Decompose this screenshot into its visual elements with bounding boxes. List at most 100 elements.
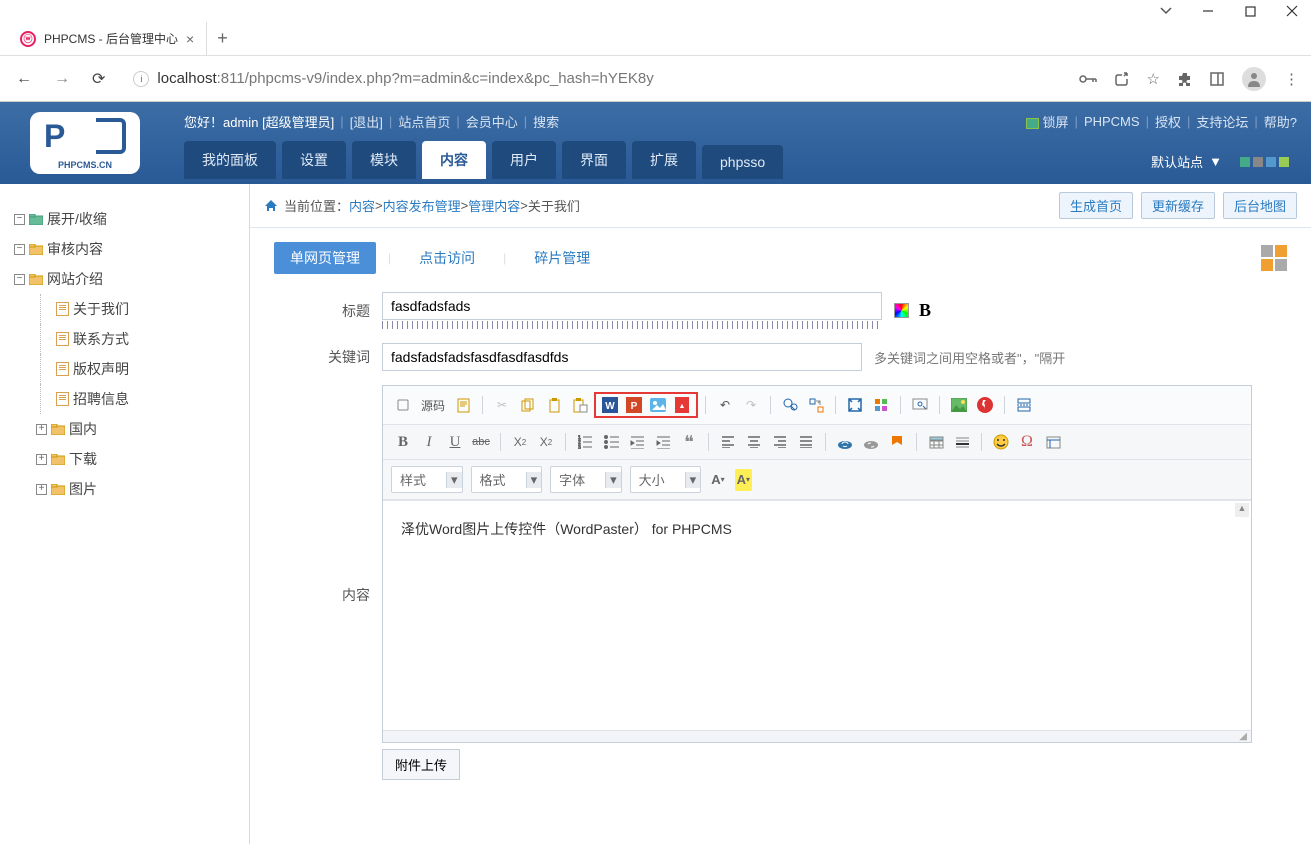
sitemap-button[interactable]: 后台地图 [1223, 192, 1297, 219]
nav-users[interactable]: 用户 [492, 141, 556, 179]
extensions-icon[interactable] [1178, 72, 1192, 86]
nav-settings[interactable]: 设置 [282, 141, 346, 179]
smiley-icon[interactable] [989, 431, 1013, 453]
paste-text-icon[interactable] [568, 394, 592, 416]
pagebreak-icon[interactable] [1012, 394, 1036, 416]
update-cache-button[interactable]: 更新缓存 [1141, 192, 1215, 219]
nav-content[interactable]: 内容 [422, 141, 486, 179]
new-tab-button[interactable]: + [207, 24, 238, 53]
help-link[interactable]: 帮助? [1264, 112, 1297, 131]
site-home-link[interactable]: 站点首页 [398, 112, 450, 131]
attach-button[interactable]: 附件上传 [382, 749, 460, 780]
newpage-icon[interactable] [451, 394, 475, 416]
license-link[interactable]: 授权 [1155, 112, 1181, 131]
logo[interactable]: PPHPCMS.CN [0, 102, 170, 184]
title-input[interactable] [382, 292, 882, 320]
copy-icon[interactable] [516, 394, 540, 416]
fullscreen-icon[interactable] [843, 394, 867, 416]
forward-button[interactable]: → [50, 68, 74, 90]
share-icon[interactable] [1115, 72, 1129, 86]
anchor-icon[interactable] [885, 431, 909, 453]
tree-audit[interactable]: −审核内容 [12, 234, 237, 264]
search-link[interactable]: 搜索 [533, 112, 559, 131]
blocks-icon[interactable] [869, 394, 893, 416]
outdent-icon[interactable] [625, 431, 649, 453]
tab-close-icon[interactable]: × [186, 31, 194, 47]
powerpoint-icon[interactable]: P [622, 394, 646, 416]
member-center-link[interactable]: 会员中心 [466, 112, 518, 131]
table-icon[interactable] [924, 431, 948, 453]
size-select[interactable]: 大小▾ [630, 466, 702, 493]
tree-site-intro[interactable]: −网站介绍 [12, 264, 237, 294]
resize-handle[interactable]: ◢ [383, 730, 1251, 742]
bold-icon[interactable]: B [919, 300, 931, 321]
italic-icon[interactable]: I [417, 431, 441, 453]
hr-icon[interactable] [950, 431, 974, 453]
gen-home-button[interactable]: 生成首页 [1059, 192, 1133, 219]
source-label[interactable]: 源码 [417, 397, 449, 414]
forum-link[interactable]: 支持论坛 [1196, 112, 1248, 131]
chevron-down-icon[interactable] [1159, 4, 1173, 18]
nav-mypanel[interactable]: 我的面板 [184, 141, 276, 179]
maximize-icon[interactable] [1243, 4, 1257, 18]
undo-icon[interactable]: ↶ [713, 394, 737, 416]
underline-icon[interactable]: U [443, 431, 467, 453]
nav-modules[interactable]: 模块 [352, 141, 416, 179]
nav-phpsso[interactable]: phpsso [702, 145, 783, 179]
nav-extend[interactable]: 扩展 [632, 141, 696, 179]
superscript-icon[interactable]: X2 [534, 431, 558, 453]
tree-hiring[interactable]: 招聘信息 [12, 384, 237, 414]
key-icon[interactable] [1079, 73, 1097, 85]
theme-box[interactable] [1253, 157, 1263, 167]
preview-icon[interactable] [908, 394, 932, 416]
back-button[interactable]: ← [12, 68, 36, 90]
menu-icon[interactable]: ⋮ [1284, 70, 1299, 88]
flash-icon[interactable] [973, 394, 997, 416]
color-palette-icon[interactable] [894, 303, 909, 318]
link-icon[interactable] [833, 431, 857, 453]
theme-box[interactable] [1279, 157, 1289, 167]
tree-copyright[interactable]: 版权声明 [12, 354, 237, 384]
close-icon[interactable] [1285, 4, 1299, 18]
browser-tab[interactable]: ⓦ PHPCMS - 后台管理中心 × [8, 22, 207, 55]
theme-box[interactable] [1240, 157, 1250, 167]
nav-ui[interactable]: 界面 [562, 141, 626, 179]
minimize-icon[interactable] [1201, 4, 1215, 18]
replace-icon[interactable] [804, 394, 828, 416]
url-input[interactable]: i localhost:811/phpcms-v9/index.php?m=ad… [123, 66, 1064, 91]
logout-link[interactable]: [退出] [350, 112, 383, 131]
bc-manage[interactable]: 管理内容 [468, 196, 520, 215]
source-icon[interactable] [391, 394, 415, 416]
keyword-input[interactable] [382, 343, 862, 371]
tree-download[interactable]: +下载 [12, 444, 237, 474]
unlink-icon[interactable] [859, 431, 883, 453]
strike-icon[interactable]: abc [469, 431, 493, 453]
tree-contact[interactable]: 联系方式 [12, 324, 237, 354]
font-select[interactable]: 字体▾ [550, 466, 622, 493]
format-select[interactable]: 格式▾ [471, 466, 543, 493]
info-icon[interactable]: i [133, 71, 149, 87]
insert-image-icon[interactable] [947, 394, 971, 416]
home-icon[interactable] [264, 199, 278, 212]
find-icon[interactable] [778, 394, 802, 416]
profile-avatar[interactable] [1242, 67, 1266, 91]
quote-icon[interactable]: ❝ [677, 431, 701, 453]
lock-link[interactable]: 锁屏 [1026, 112, 1069, 131]
bc-publish[interactable]: 内容发布管理 [383, 196, 461, 215]
special-char-icon[interactable]: Ω [1015, 431, 1039, 453]
subscript-icon[interactable]: X2 [508, 431, 532, 453]
site-select[interactable]: 默认站点 ▼ [1143, 144, 1297, 179]
ul-icon[interactable] [599, 431, 623, 453]
tree-about[interactable]: 关于我们 [12, 294, 237, 324]
align-right-icon[interactable] [768, 431, 792, 453]
bold-icon[interactable]: B [391, 431, 415, 453]
phpcms-link[interactable]: PHPCMS [1084, 114, 1140, 129]
iframe-icon[interactable] [1041, 431, 1065, 453]
subtab-fragment[interactable]: 碎片管理 [518, 242, 606, 274]
bc-content[interactable]: 内容 [349, 196, 375, 215]
style-select[interactable]: 样式▾ [391, 466, 463, 493]
star-icon[interactable]: ☆ [1147, 70, 1160, 88]
tree-expand[interactable]: −展开/收缩 [12, 204, 237, 234]
redo-icon[interactable]: ↷ [739, 394, 763, 416]
pdf-icon[interactable]: ▲ [670, 394, 694, 416]
